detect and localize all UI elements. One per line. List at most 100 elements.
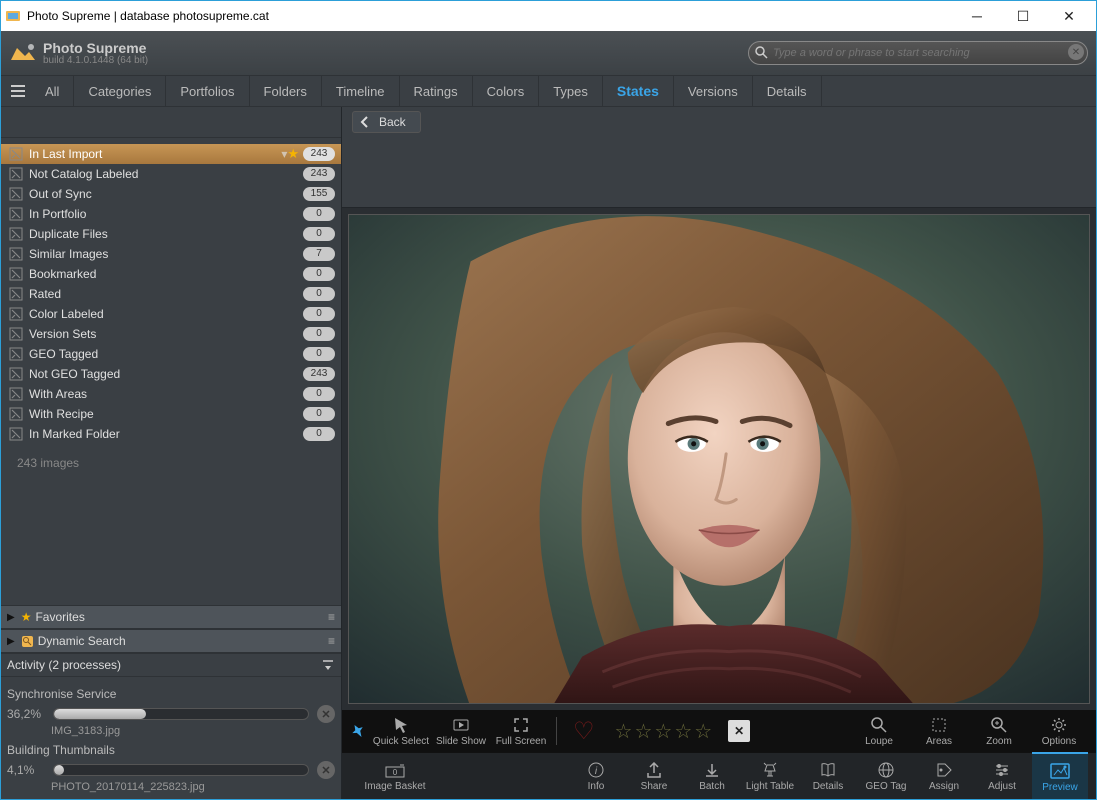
tab-timeline[interactable]: Timeline [322,76,400,106]
info-button[interactable]: i Info [568,753,624,799]
loupe-button[interactable]: Loupe [850,710,908,752]
state-item[interactable]: In Portfolio0 [1,204,341,224]
zoom-icon [990,715,1008,735]
tab-categories[interactable]: Categories [74,76,166,106]
rating-stars[interactable]: ☆☆☆☆☆ [615,719,713,744]
activity-panel-head[interactable]: Activity (2 processes) [1,653,341,677]
state-item[interactable]: With Areas0 [1,384,341,404]
app-icon [5,8,21,24]
process-file: PHOTO_20170114_225823.jpg [51,781,335,793]
state-item[interactable]: Not GEO Tagged243 [1,364,341,384]
tab-types[interactable]: Types [539,76,603,106]
viewer-toolbar: Quick Select Slide Show Full Screen ♡ ☆☆… [342,710,1096,752]
tab-folders[interactable]: Folders [250,76,322,106]
tab-ratings[interactable]: Ratings [400,76,473,106]
tab-all[interactable]: All [31,76,74,106]
play-icon [452,715,470,735]
preview-icon [1050,761,1070,781]
book-icon [819,760,837,780]
assign-button[interactable]: Assign [916,753,972,799]
quick-select-button[interactable]: Quick Select [372,710,430,752]
expand-icon: ▶ [7,612,15,623]
star-5[interactable]: ☆ [694,719,712,744]
state-item[interactable]: With Recipe0 [1,404,341,424]
star-2[interactable]: ☆ [634,719,652,744]
star-icon: ★ [21,610,32,624]
clear-rating-button[interactable]: ✕ [728,720,750,742]
state-item[interactable]: Rated0 [1,284,341,304]
tab-details[interactable]: Details [753,76,822,106]
full-screen-button[interactable]: Full Screen [492,710,550,752]
star-3[interactable]: ☆ [654,719,672,744]
minimize-button[interactable]: ─ [954,1,1000,31]
adjust-button[interactable]: Adjust [974,753,1030,799]
tab-portfolios[interactable]: Portfolios [166,76,249,106]
state-list: In Last Import▾★243Not Catalog Labeled24… [1,138,341,605]
favorites-panel[interactable]: ▶ ★ Favorites ≡ [1,605,341,629]
state-item[interactable]: Color Labeled0 [1,304,341,324]
image-basket-button[interactable]: 0 Image Basket [350,753,440,799]
state-item[interactable]: Similar Images7 [1,244,341,264]
preview-button[interactable]: Preview [1032,752,1088,799]
svg-text:0: 0 [393,768,398,777]
pin-icon[interactable] [350,723,370,739]
activity-title: Activity (2 processes) [7,658,121,672]
close-button[interactable]: ✕ [1046,1,1092,31]
cancel-process-button[interactable]: ✕ [317,705,335,723]
info-icon: i [587,760,605,780]
areas-button[interactable]: Areas [910,710,968,752]
bottom-toolbar: 0 Image Basket i Info Share Batch [342,752,1096,799]
app-build: build 4.1.0.1448 (64 bit) [43,56,148,66]
state-item[interactable]: In Last Import▾★243 [1,144,341,164]
fullscreen-icon [512,715,530,735]
tabbar: AllCategoriesPortfoliosFoldersTimelineRa… [1,75,1096,107]
image-count: 243 images [1,444,341,482]
slide-show-button[interactable]: Slide Show [432,710,490,752]
process-percent: 4,1% [7,763,45,777]
light-table-button[interactable]: Light Table [742,753,798,799]
details-button[interactable]: Details [800,753,856,799]
star-4[interactable]: ☆ [674,719,692,744]
favorite-button[interactable]: ♡ [573,717,595,746]
dynamic-search-label: Dynamic Search [38,634,126,648]
options-button[interactable]: Options [1030,710,1088,752]
progress-bar [53,708,309,720]
areas-icon [930,715,948,735]
search-input[interactable] [748,41,1088,65]
back-button[interactable]: Back [352,111,421,133]
tag-icon [935,760,953,780]
clear-search-button[interactable]: ✕ [1068,44,1084,60]
share-button[interactable]: Share [626,753,682,799]
lamp-icon [761,760,779,780]
preview-image[interactable] [348,214,1090,704]
batch-button[interactable]: Batch [684,753,740,799]
process-name: Synchronise Service [7,687,335,701]
activity-collapse-icon[interactable] [321,658,335,672]
progress-bar [53,764,309,776]
state-item[interactable]: Version Sets0 [1,324,341,344]
back-label: Back [379,115,406,129]
state-item[interactable]: GEO Tagged0 [1,344,341,364]
state-item[interactable]: Not Catalog Labeled243 [1,164,341,184]
batch-icon [703,760,721,780]
state-item[interactable]: Duplicate Files0 [1,224,341,244]
app-title: Photo Supreme [43,40,148,56]
gear-icon [1050,715,1068,735]
process-percent: 36,2% [7,707,45,721]
dynamic-search-panel[interactable]: ▶ Dynamic Search ≡ [1,629,341,653]
zoom-button[interactable]: Zoom [970,710,1028,752]
panel-menu-icon[interactable]: ≡ [328,634,335,648]
cancel-process-button[interactable]: ✕ [317,761,335,779]
maximize-button[interactable]: ☐ [1000,1,1046,31]
tab-versions[interactable]: Versions [674,76,753,106]
state-item[interactable]: Out of Sync155 [1,184,341,204]
state-item[interactable]: Bookmarked0 [1,264,341,284]
tab-colors[interactable]: Colors [473,76,540,106]
geo-tag-button[interactable]: GEO Tag [858,753,914,799]
menu-button[interactable] [5,76,31,106]
state-item[interactable]: In Marked Folder0 [1,424,341,444]
loupe-icon [870,715,888,735]
star-1[interactable]: ☆ [615,719,633,744]
panel-menu-icon[interactable]: ≡ [328,610,335,624]
tab-states[interactable]: States [603,76,674,106]
